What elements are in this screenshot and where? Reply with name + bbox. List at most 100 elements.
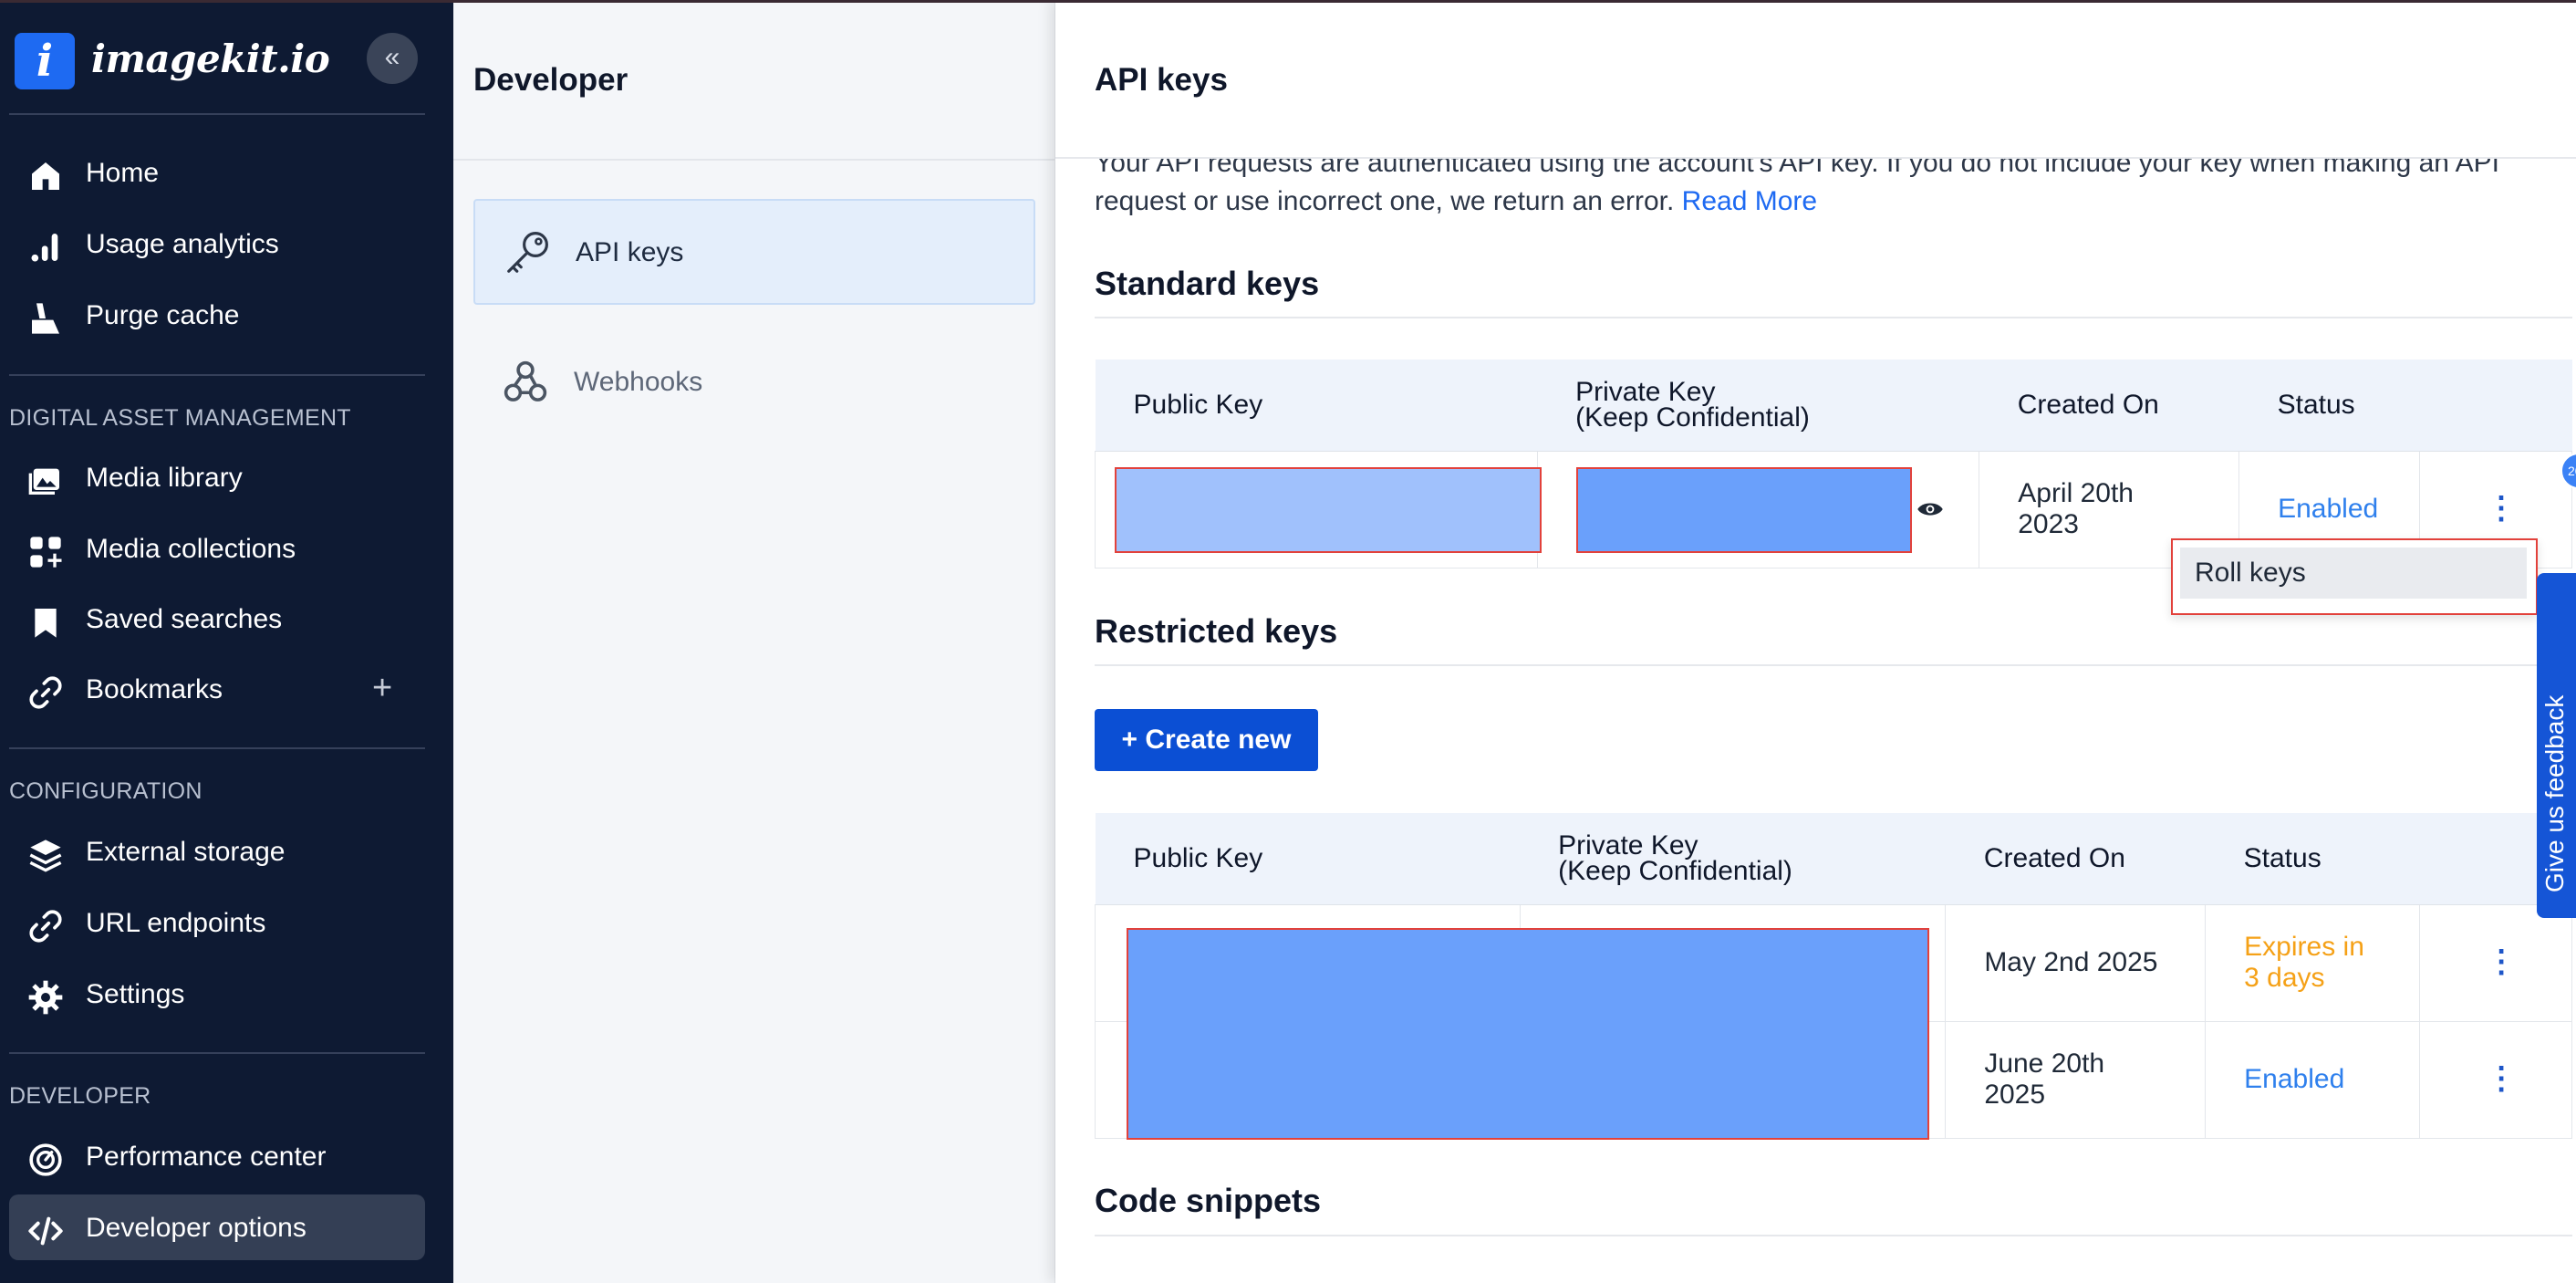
sidebar-item-usage-analytics[interactable]: Usage analytics — [9, 211, 425, 276]
sidebar-item-label: Performance center — [86, 1142, 327, 1172]
sidebar-item-settings[interactable]: Settings — [9, 961, 425, 1027]
status-badge: Enabled — [2244, 1064, 2345, 1094]
column-header-created-on: Created On — [1945, 813, 2206, 905]
status-badge: Expires in 3 days — [2244, 932, 2364, 993]
collections-icon — [30, 537, 62, 568]
image-gallery-icon — [28, 468, 59, 495]
link-icon — [29, 910, 62, 943]
sidebar-item-external-storage[interactable]: External storage — [9, 819, 425, 884]
section-divider — [1095, 664, 2572, 666]
column-header-status: Status — [2205, 813, 2420, 905]
table-header-row: Public Key Private Key (Keep Confidential… — [1095, 813, 2572, 905]
sidebar-item-label: External storage — [86, 837, 286, 867]
developer-item-label: API keys — [576, 237, 684, 267]
redacted-private-key — [1576, 467, 1912, 553]
developer-title: Developer — [473, 62, 628, 98]
bar-chart-icon — [31, 234, 58, 262]
actions-cell: ⋮ — [2419, 903, 2572, 1022]
sidebar-item-developer-options[interactable]: Developer options — [9, 1194, 425, 1260]
developer-panel: Developer API keys Webhooks — [453, 0, 1055, 1283]
restricted-keys-title: Restricted keys — [1095, 612, 1338, 650]
column-header-public-key: Public Key — [1095, 813, 1521, 905]
key-icon — [507, 232, 548, 273]
status-cell: Expires in 3 days — [2205, 903, 2421, 1022]
sidebar-item-performance-center[interactable]: Performance center — [9, 1123, 425, 1189]
section-title-dam: DIGITAL ASSET MANAGEMENT — [9, 405, 351, 431]
developer-item-api-keys[interactable]: API keys — [473, 199, 1035, 305]
created-on-cell: May 2nd 2025 — [1945, 903, 2207, 1022]
column-header-created-on: Created On — [1979, 360, 2239, 452]
webhook-icon — [504, 360, 547, 402]
sidebar-divider — [9, 374, 425, 376]
row-menu-button[interactable]: ⋮ — [2486, 946, 2517, 977]
code-icon — [28, 1216, 63, 1246]
sidebar-item-label: Saved searches — [86, 604, 283, 634]
api-keys-panel: Your API requests are authenticated usin… — [1055, 0, 2576, 1283]
column-header-public-key: Public Key — [1095, 360, 1538, 452]
code-snippets-title: Code snippets — [1095, 1182, 1322, 1219]
developer-header-divider — [453, 159, 1055, 161]
actions-cell: ⋮ — [2419, 1020, 2572, 1139]
sidebar-item-purge-cache[interactable]: Purge cache — [9, 282, 425, 348]
column-header-actions — [2419, 360, 2572, 452]
read-more-link[interactable]: Read More — [1682, 186, 1817, 216]
link-icon — [29, 676, 62, 709]
standard-keys-title: Standard keys — [1095, 265, 1320, 302]
gear-icon — [28, 980, 63, 1015]
section-divider — [1095, 1235, 2572, 1236]
broom-icon — [32, 303, 59, 334]
window-top-border — [0, 0, 2576, 3]
layers-icon — [29, 840, 62, 872]
row-menu-dropdown: Roll keys — [2171, 538, 2538, 615]
create-new-button[interactable]: + Create new — [1095, 709, 1318, 771]
section-title-configuration: CONFIGURATION — [9, 778, 203, 804]
section-title-developer: DEVELOPER — [9, 1083, 151, 1109]
main-header: API keys — [1055, 0, 2576, 159]
column-header-private-key: Private Key (Keep Confidential) — [1520, 813, 1946, 905]
sidebar-item-home[interactable]: Home — [9, 140, 425, 205]
sidebar-divider — [9, 747, 425, 749]
sidebar-item-label: Settings — [86, 979, 185, 1009]
sidebar-item-media-collections[interactable]: Media collections — [9, 516, 425, 581]
sidebar-item-label: Bookmarks — [86, 674, 223, 704]
show-key-icon[interactable] — [1916, 499, 1944, 519]
redacted-public-key — [1115, 467, 1542, 553]
sidebar-item-label: URL endpoints — [86, 908, 266, 938]
roll-keys-menu-item[interactable]: Roll keys — [2180, 548, 2527, 599]
table-header-row: Public Key Private Key (Keep Confidential… — [1095, 360, 2572, 452]
sidebar-item-label: Developer options — [86, 1213, 306, 1243]
created-on-cell: June 20th 2025 — [1945, 1020, 2207, 1139]
logo-text: imagekit.io — [91, 37, 330, 81]
status-badge: Enabled — [2278, 494, 2379, 524]
sidebar-divider — [9, 113, 425, 115]
sidebar-item-saved-searches[interactable]: Saved searches — [9, 586, 425, 652]
developer-item-label: Webhooks — [574, 367, 703, 397]
redacted-restricted-keys — [1127, 928, 1929, 1140]
developer-item-webhooks[interactable]: Webhooks — [473, 330, 1035, 436]
gauge-icon — [29, 1143, 62, 1176]
sidebar-item-label: Media library — [86, 463, 243, 493]
sidebar-item-bookmarks[interactable]: Bookmarks + — [9, 656, 425, 722]
row-menu-button[interactable]: ⋮ — [2486, 1063, 2517, 1094]
home-icon — [32, 162, 59, 190]
status-cell: Enabled — [2205, 1020, 2421, 1139]
sidebar-item-label: Home — [86, 158, 160, 188]
collapse-sidebar-button[interactable]: « — [367, 33, 418, 84]
sidebar-item-label: Purge cache — [86, 300, 240, 330]
feedback-tab[interactable]: Give us feedback — [2537, 573, 2576, 918]
section-divider — [1095, 317, 2572, 318]
add-bookmark-button[interactable]: + — [372, 669, 392, 708]
sidebar-item-media-library[interactable]: Media library — [9, 444, 425, 510]
sidebar-item-url-endpoints[interactable]: URL endpoints — [9, 890, 425, 955]
column-header-private-key: Private Key (Keep Confidential) — [1537, 360, 1979, 452]
logo-badge: i — [15, 33, 75, 89]
column-header-status: Status — [2238, 360, 2420, 452]
sidebar: i imagekit.io « Home Usage analytics Pur… — [0, 0, 453, 1283]
sidebar-item-label: Media collections — [86, 534, 296, 564]
page-title: API keys — [1095, 62, 1228, 98]
row-menu-button[interactable]: ⋮ — [2486, 493, 2517, 524]
sidebar-item-label: Usage analytics — [86, 229, 279, 259]
bookmark-icon — [35, 609, 57, 638]
feedback-label: Give us feedback — [2540, 694, 2569, 892]
sidebar-divider — [9, 1052, 425, 1054]
